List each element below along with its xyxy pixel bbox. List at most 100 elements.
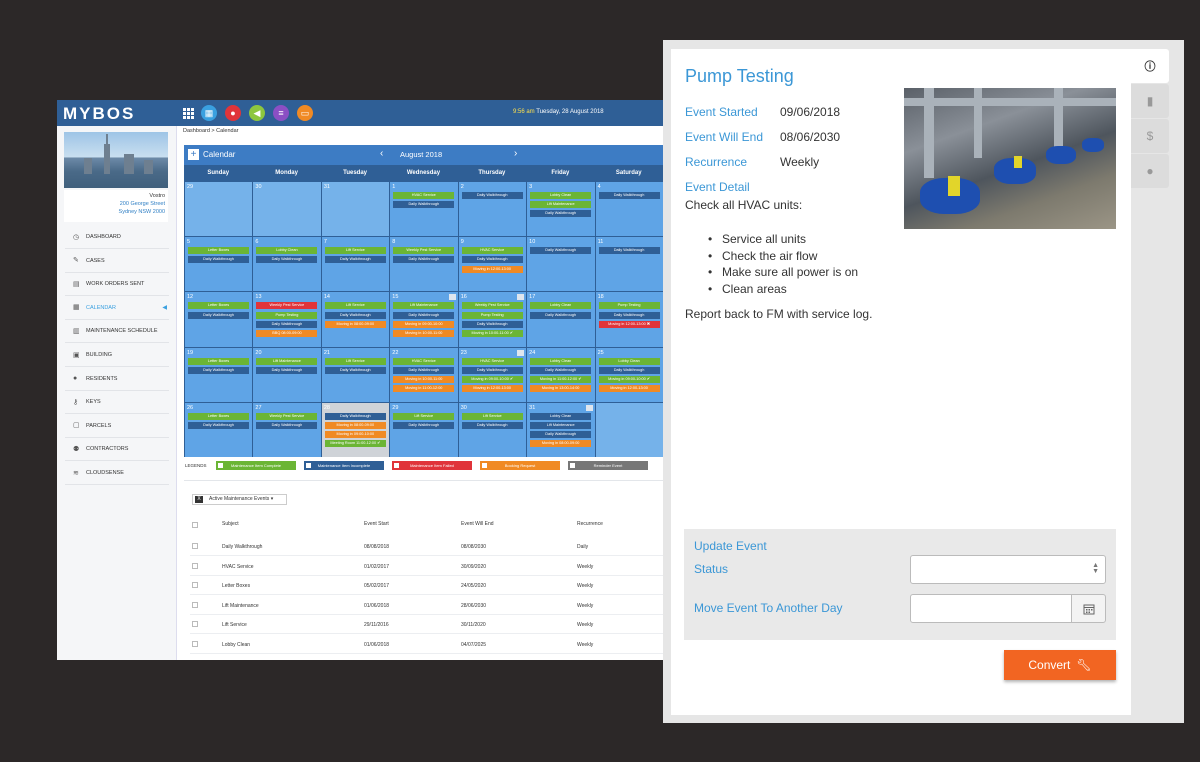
calendar-event[interactable]: Daily Walkthrough — [188, 256, 249, 264]
column-header[interactable]: Recurrence — [577, 521, 603, 527]
legend-checkbox[interactable] — [218, 463, 223, 468]
calendar-day[interactable]: 29 — [185, 182, 253, 237]
legend-checkbox[interactable] — [306, 463, 311, 468]
sidebar-item-work-orders-sent[interactable]: ▤ WORK ORDERS SENT — [65, 273, 169, 297]
calendar-day[interactable]: 17 Lobby Clean Daily Walkthrough — [527, 292, 595, 347]
calendar-event[interactable]: Lift Service — [324, 247, 386, 255]
calendar-event[interactable]: Weekly Pest Service — [256, 302, 318, 310]
day-view-icon[interactable] — [517, 349, 525, 356]
calendar-event[interactable]: Daily Walkthrough — [393, 256, 455, 264]
sidebar-item-dashboard[interactable]: ◷ DASHBOARD — [65, 226, 169, 249]
sidebar-item-cloudsense[interactable]: ≋ CLOUDSENSE — [65, 462, 169, 485]
calendar-day[interactable]: 25 Lobby Clean Daily Walkthrough Moving in … — [595, 347, 663, 402]
calendar-event[interactable]: Moving in 09:00-10:00 ✔ — [598, 375, 660, 383]
calendar-event[interactable]: Moving in 10:00-11:00 — [393, 329, 455, 337]
calendar-event[interactable]: Lobby Clean — [530, 412, 592, 420]
calendar-day[interactable]: 23 HVAC Service Daily Walkthrough Moving in… — [458, 347, 527, 402]
notes-icon[interactable]: ≡ — [273, 105, 289, 121]
calendar-event[interactable]: Daily Walkthrough — [324, 412, 386, 420]
day-view-icon[interactable] — [448, 294, 456, 301]
calendar-day[interactable]: 21 Lift Service Daily Walkthrough — [321, 347, 390, 402]
calendar-event[interactable]: Daily Walkthrough — [324, 366, 386, 374]
sidebar-item-residents[interactable]: ● RESIDENTS — [65, 368, 169, 391]
monitor-icon[interactable]: ▭ — [297, 105, 313, 121]
calendar-event[interactable]: Daily Walkthrough — [256, 421, 318, 429]
table-row[interactable]: Lift Service 29/11/2016 30/11/2020 Weekly — [190, 615, 663, 635]
calendar-event[interactable]: Moving in 10:00-11:00 ✔ — [461, 329, 523, 337]
legend-checkbox[interactable] — [394, 463, 399, 468]
calendar-event[interactable]: Lobby Clean — [256, 247, 318, 255]
sidebar-item-maintenance-schedule[interactable]: ▥ MAINTENANCE SCHEDULE — [65, 320, 169, 344]
calendar-event[interactable]: Daily Walkthrough — [530, 311, 592, 319]
calendar-event[interactable]: Daily Walkthrough — [188, 421, 249, 429]
calendar-event[interactable]: Daily Walkthrough — [324, 256, 386, 264]
calendar-day[interactable]: 6 Lobby Clean Daily Walkthrough — [253, 237, 321, 292]
sidebar-item-parcels[interactable]: ▢ PARCELS — [65, 415, 169, 438]
events-filter-dropdown[interactable]: X Active Maintenance Events ▾ — [192, 494, 287, 505]
calendar-event[interactable]: Moving in 08:00-09:00 — [530, 440, 592, 448]
calendar-event[interactable]: Pump Testing — [461, 311, 523, 319]
status-select[interactable]: ▲ ▼ — [910, 555, 1106, 584]
calendar-day[interactable]: 31 — [321, 182, 390, 237]
calendar-day[interactable]: 28 Daily Walkthrough Moving in 08:00-09:00… — [321, 402, 390, 457]
calendar-event[interactable]: Lift Service — [461, 412, 523, 420]
calendar-event[interactable]: Daily Walkthrough — [530, 431, 592, 439]
table-row[interactable]: Daily Walkthrough 08/08/2018 08/08/2030 Dai… — [190, 537, 663, 556]
calendar-day[interactable]: 31 Lobby Clean Lift Maintenance Daily Walkt… — [527, 402, 595, 457]
calendar-event[interactable]: Daily Walkthrough — [598, 247, 660, 255]
calendar-event[interactable]: Lift Maintenance — [530, 421, 592, 429]
calendar-event[interactable]: Letter Boxes — [188, 357, 249, 365]
calendar-event[interactable]: Meeting Room 11:00-12:00 ✔ — [324, 440, 386, 448]
row-checkbox[interactable] — [192, 582, 198, 589]
app-logo[interactable]: MYBOS — [63, 104, 135, 124]
legend-checkbox[interactable] — [570, 463, 575, 468]
calendar-event[interactable]: Moving in 08:00-09:00 — [324, 320, 386, 328]
calendar-event[interactable]: Weekly Pest Service — [393, 247, 455, 255]
calendar-event[interactable]: Daily Walkthrough — [393, 421, 455, 429]
calendar-event[interactable]: Lobby Clean — [530, 357, 592, 365]
calendar-event[interactable]: Moving in 08:00-09:00 — [324, 421, 386, 429]
calendar-event[interactable]: BBQ 08:00-09:00 — [256, 329, 318, 337]
calendar-event[interactable]: Lift Service — [393, 412, 455, 420]
calendar-event[interactable]: Letter Boxes — [188, 247, 249, 255]
calendar-event[interactable]: Lift Maintenance — [530, 201, 592, 209]
calendar-day[interactable]: 8 Weekly Pest Service Daily Walkthrough — [390, 237, 458, 292]
calendar-day[interactable]: 10 Daily Walkthrough — [527, 237, 595, 292]
calendar-event[interactable]: Daily Walkthrough — [461, 421, 523, 429]
table-row[interactable]: Letter Boxes 05/02/2017 24/05/2020 Weekly — [190, 576, 663, 596]
calendar-event[interactable]: Moving in 11:00-12:00 ✔ — [530, 375, 592, 383]
sidebar-item-cases[interactable]: ✎ CASES — [65, 250, 169, 273]
select-all-checkbox[interactable] — [192, 522, 198, 528]
sidebar-item-contractors[interactable]: ⚉ CONTRACTORS — [65, 438, 169, 462]
calendar-event[interactable]: HVAC Service — [461, 357, 523, 365]
table-row[interactable]: HVAC Service 01/02/2017 30/09/2020 Weekly — [190, 557, 663, 576]
calendar-event[interactable]: Pump Testing — [598, 302, 660, 310]
day-view-icon[interactable] — [585, 404, 593, 411]
calendar-event[interactable]: Daily Walkthrough — [461, 320, 523, 328]
calendar-event[interactable]: Daily Walkthrough — [530, 247, 592, 255]
calendar-day[interactable]: 7 Lift Service Daily Walkthrough — [321, 237, 390, 292]
calendar-event[interactable]: HVAC Service — [393, 192, 455, 199]
calendar-day[interactable]: 16 Weekly Pest Service Pump Testing Daily W… — [458, 292, 527, 347]
tab-costs[interactable]: $ — [1131, 119, 1169, 153]
calendar-event[interactable]: Weekly Pest Service — [256, 412, 318, 420]
calendar-event[interactable]: Moving in 12:00-13:00 — [461, 265, 523, 273]
calendar-event[interactable]: Weekly Pest Service — [461, 302, 523, 310]
calendar-event[interactable]: Daily Walkthrough — [530, 366, 592, 374]
calendar-day[interactable]: 2 Daily Walkthrough — [458, 182, 527, 237]
calendar-event[interactable]: HVAC Service — [461, 247, 523, 255]
excel-icon[interactable]: X — [195, 496, 203, 503]
calendar-event[interactable]: Letter Boxes — [188, 412, 249, 420]
calendar-event[interactable]: Daily Walkthrough — [256, 256, 318, 264]
calendar-day[interactable]: 20 Lift Maintenance Daily Walkthrough — [253, 347, 321, 402]
apps-grid-icon[interactable] — [183, 108, 194, 119]
calendar-picker-button[interactable] — [1071, 594, 1106, 623]
row-checkbox[interactable] — [192, 562, 198, 569]
calendar-event[interactable]: Moving in 12:00-13:00 — [598, 385, 660, 393]
sidebar-item-keys[interactable]: ⚷ KEYS — [65, 391, 169, 415]
calendar-day[interactable]: 18 Pump Testing Daily Walkthrough Moving in… — [595, 292, 663, 347]
day-view-icon[interactable] — [517, 294, 525, 301]
calendar-event[interactable]: Daily Walkthrough — [598, 366, 660, 374]
calendar-event[interactable]: Daily Walkthrough — [598, 311, 660, 319]
calendar-event[interactable]: Lift Maintenance — [393, 302, 455, 310]
